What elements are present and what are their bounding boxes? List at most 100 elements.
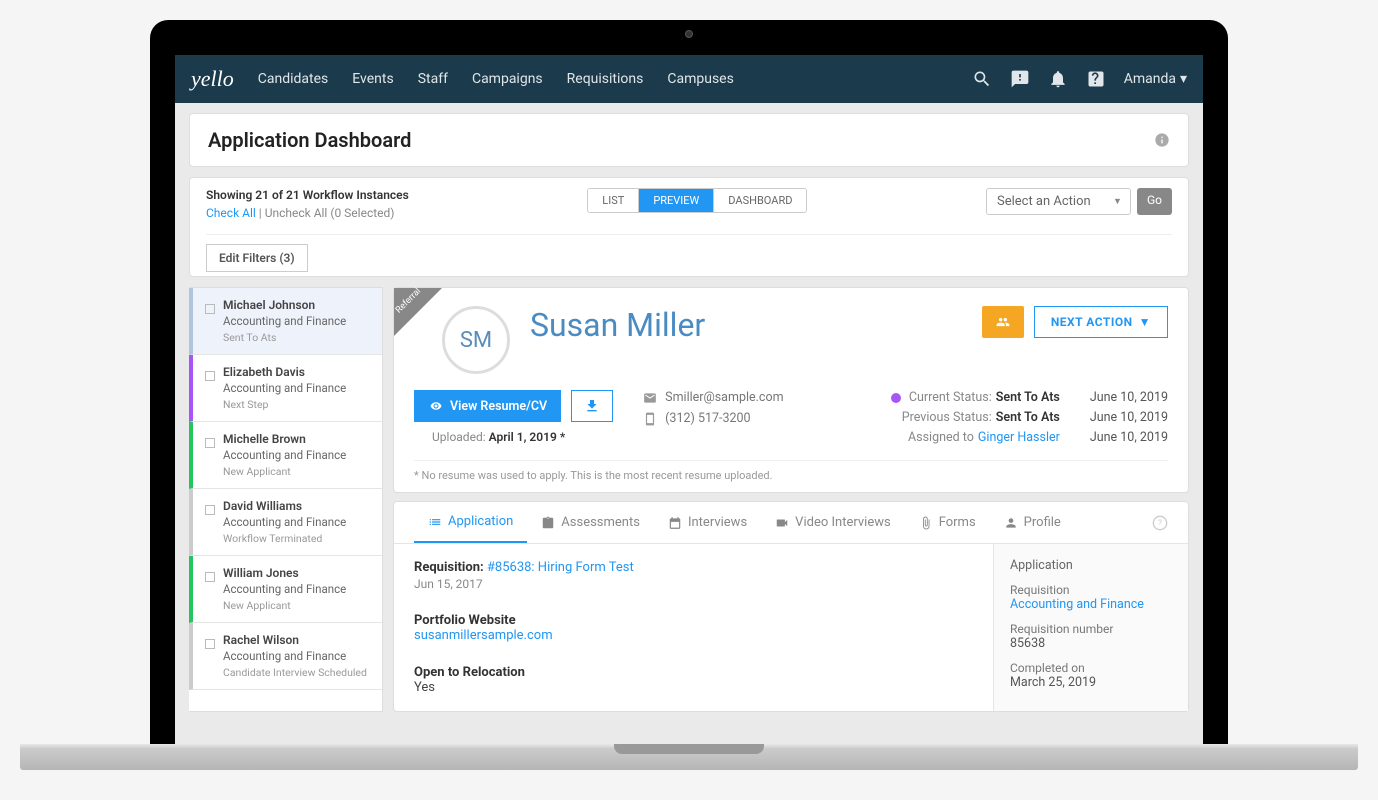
video-icon xyxy=(775,516,789,530)
side-title: Application xyxy=(1010,558,1172,573)
check-all-link[interactable]: Check All xyxy=(206,206,256,220)
nav-staff[interactable]: Staff xyxy=(418,71,448,87)
candidate-status: Workflow Terminated xyxy=(223,532,372,545)
requisition-label: Requisition: xyxy=(414,560,484,575)
candidate-dept: Accounting and Finance xyxy=(223,515,372,529)
search-icon[interactable] xyxy=(972,69,992,89)
candidate-list: Michael Johnson Accounting and Finance S… xyxy=(189,287,383,712)
user-menu[interactable]: Amanda ▾ xyxy=(1124,71,1187,87)
current-status-value: Sent To Ats xyxy=(996,390,1060,405)
candidate-status: Next Step xyxy=(223,398,372,411)
candidate-dept: Accounting and Finance xyxy=(223,649,372,663)
candidate-name: Michael Johnson xyxy=(223,298,372,312)
tab-application[interactable]: Application xyxy=(414,502,527,543)
candidate-item[interactable]: William Jones Accounting and Finance New… xyxy=(189,556,382,623)
candidate-checkbox[interactable] xyxy=(205,572,215,582)
candidate-item[interactable]: Elizabeth Davis Accounting and Finance N… xyxy=(189,355,382,422)
portfolio-link[interactable]: susanmillersample.com xyxy=(414,628,973,643)
clipboard-icon xyxy=(541,516,555,530)
tab-profile[interactable]: Profile xyxy=(990,503,1075,542)
candidate-name: David Williams xyxy=(223,499,372,513)
status-date-1: June 10, 2019 xyxy=(1090,390,1168,405)
view-preview[interactable]: PREVIEW xyxy=(639,189,714,212)
nav-campaigns[interactable]: Campaigns xyxy=(472,71,543,87)
current-status-label: Current Status: xyxy=(909,390,992,405)
info-icon[interactable] xyxy=(1154,132,1170,148)
view-list[interactable]: LIST xyxy=(588,189,639,212)
download-button[interactable] xyxy=(571,390,613,422)
candidate-item[interactable]: Rachel Wilson Accounting and Finance Can… xyxy=(189,623,382,690)
go-button[interactable]: Go xyxy=(1137,188,1172,215)
edit-filters-button[interactable]: Edit Filters (3) xyxy=(206,244,308,272)
action-select[interactable]: Select an Action xyxy=(986,188,1131,215)
help-icon[interactable] xyxy=(1086,69,1106,89)
candidate-name: Michelle Brown xyxy=(223,432,372,446)
assigned-to-link[interactable]: Ginger Hassler xyxy=(978,430,1060,445)
people-icon xyxy=(994,315,1012,329)
tab-content-main: Requisition: #85638: Hiring Form Test Ju… xyxy=(394,544,993,711)
tab-interviews[interactable]: Interviews xyxy=(654,503,761,542)
side-num-value: 85638 xyxy=(1010,636,1172,651)
eye-icon xyxy=(428,400,444,412)
view-dashboard[interactable]: DASHBOARD xyxy=(714,189,806,212)
tab-label: Video Interviews xyxy=(795,515,891,530)
feedback-icon[interactable] xyxy=(1010,69,1030,89)
tab-label: Profile xyxy=(1024,515,1061,530)
phone-value: (312) 517-3200 xyxy=(665,411,750,426)
candidate-item[interactable]: David Williams Accounting and Finance Wo… xyxy=(189,489,382,556)
showing-count: Showing 21 of 21 Workflow Instances xyxy=(206,188,409,202)
view-toggle: LIST PREVIEW DASHBOARD xyxy=(587,188,807,213)
status-date-2: June 10, 2019 xyxy=(1090,410,1168,425)
candidate-checkbox[interactable] xyxy=(205,371,215,381)
candidate-dept: Accounting and Finance xyxy=(223,314,372,328)
candidate-checkbox[interactable] xyxy=(205,304,215,314)
tab-assessments[interactable]: Assessments xyxy=(527,503,654,542)
next-action-button[interactable]: NEXT ACTION ▼ xyxy=(1034,306,1168,338)
candidate-status: New Applicant xyxy=(223,599,372,612)
status-date-3: June 10, 2019 xyxy=(1090,430,1168,445)
nav-requisitions[interactable]: Requisitions xyxy=(567,71,644,87)
download-icon xyxy=(584,398,600,414)
nav-events[interactable]: Events xyxy=(352,71,393,87)
people-button[interactable] xyxy=(982,306,1024,338)
person-icon xyxy=(1004,516,1018,530)
calendar-icon xyxy=(668,516,682,530)
candidate-checkbox[interactable] xyxy=(205,505,215,515)
bell-icon[interactable] xyxy=(1048,69,1068,89)
nav-campuses[interactable]: Campuses xyxy=(667,71,733,87)
user-name: Amanda xyxy=(1124,71,1176,87)
laptop-camera xyxy=(685,30,693,38)
candidate-title: Susan Miller xyxy=(530,306,962,344)
nav-candidates[interactable]: Candidates xyxy=(258,71,329,87)
requisition-link[interactable]: #85638: Hiring Form Test xyxy=(487,560,634,575)
view-resume-button[interactable]: View Resume/CV xyxy=(414,390,561,422)
candidate-checkbox[interactable] xyxy=(205,639,215,649)
status-dot-icon xyxy=(891,393,901,403)
tab-label: Interviews xyxy=(688,515,747,530)
assigned-label: Assigned to xyxy=(908,430,974,445)
candidate-item[interactable]: Michelle Brown Accounting and Finance Ne… xyxy=(189,422,382,489)
resume-footnote: * No resume was used to apply. This is t… xyxy=(414,460,1168,482)
relocation-value: Yes xyxy=(414,680,973,695)
top-navigation: yello Candidates Events Staff Campaigns … xyxy=(175,55,1203,103)
side-req-link[interactable]: Accounting and Finance xyxy=(1010,597,1172,612)
phone-icon xyxy=(643,412,657,426)
side-completed-value: March 25, 2019 xyxy=(1010,675,1172,690)
list-icon xyxy=(428,515,442,529)
selected-count: (0 Selected) xyxy=(330,206,394,220)
tab-video-interviews[interactable]: Video Interviews xyxy=(761,503,905,542)
previous-status-value: Sent To Ats xyxy=(996,410,1060,425)
candidate-item[interactable]: Michael Johnson Accounting and Finance S… xyxy=(189,288,382,355)
next-action-label: NEXT ACTION xyxy=(1051,315,1133,329)
help-icon[interactable]: ? xyxy=(1152,515,1168,531)
candidate-checkbox[interactable] xyxy=(205,438,215,448)
toolbar: Showing 21 of 21 Workflow Instances Chec… xyxy=(189,177,1189,277)
candidate-status: New Applicant xyxy=(223,465,372,478)
tab-forms[interactable]: Forms xyxy=(905,503,990,542)
uncheck-all-link[interactable]: Uncheck All xyxy=(265,206,328,220)
side-req-label: Requisition xyxy=(1010,583,1172,597)
portfolio-label: Portfolio Website xyxy=(414,613,973,628)
side-num-label: Requisition number xyxy=(1010,622,1172,636)
laptop-base xyxy=(20,744,1358,770)
candidate-name: Rachel Wilson xyxy=(223,633,372,647)
